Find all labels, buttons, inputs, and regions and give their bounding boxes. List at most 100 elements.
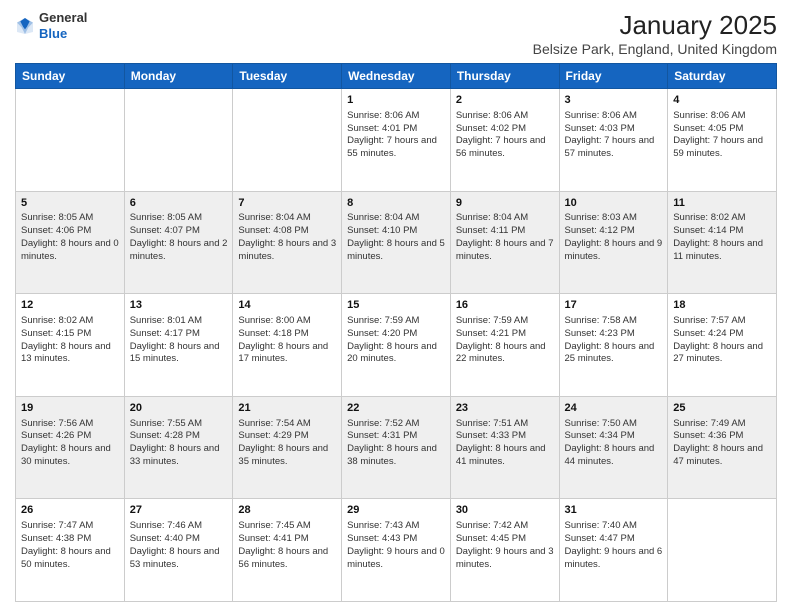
table-row: 9Sunrise: 8:04 AMSunset: 4:11 PMDaylight… [450, 191, 559, 294]
table-row: 17Sunrise: 7:58 AMSunset: 4:23 PMDayligh… [559, 294, 668, 397]
day-number: 21 [238, 401, 336, 416]
calendar-header-row: Sunday Monday Tuesday Wednesday Thursday… [16, 64, 777, 89]
header: General Blue January 2025 Belsize Park, … [15, 10, 777, 57]
day-info: Daylight: 8 hours and 27 minutes. [673, 341, 771, 367]
day-info: Sunrise: 8:05 AM [21, 212, 119, 225]
day-info: Daylight: 8 hours and 30 minutes. [21, 443, 119, 469]
day-info: Sunrise: 7:46 AM [130, 520, 228, 533]
table-row [16, 89, 125, 192]
day-info: Sunset: 4:40 PM [130, 533, 228, 546]
day-info: Sunrise: 7:47 AM [21, 520, 119, 533]
table-row: 13Sunrise: 8:01 AMSunset: 4:17 PMDayligh… [124, 294, 233, 397]
day-info: Sunrise: 7:45 AM [238, 520, 336, 533]
day-info: Daylight: 8 hours and 22 minutes. [456, 341, 554, 367]
day-number: 8 [347, 196, 445, 211]
day-number: 15 [347, 298, 445, 313]
day-number: 25 [673, 401, 771, 416]
day-number: 11 [673, 196, 771, 211]
day-info: Sunset: 4:20 PM [347, 328, 445, 341]
table-row [124, 89, 233, 192]
day-info: Sunrise: 8:04 AM [456, 212, 554, 225]
calendar-subtitle: Belsize Park, England, United Kingdom [533, 41, 777, 57]
table-row: 10Sunrise: 8:03 AMSunset: 4:12 PMDayligh… [559, 191, 668, 294]
day-info: Sunset: 4:31 PM [347, 430, 445, 443]
day-number: 22 [347, 401, 445, 416]
day-info: Daylight: 8 hours and 53 minutes. [130, 546, 228, 572]
day-number: 2 [456, 93, 554, 108]
table-row: 23Sunrise: 7:51 AMSunset: 4:33 PMDayligh… [450, 396, 559, 499]
table-row: 20Sunrise: 7:55 AMSunset: 4:28 PMDayligh… [124, 396, 233, 499]
header-sunday: Sunday [16, 64, 125, 89]
day-info: Sunrise: 8:04 AM [238, 212, 336, 225]
day-info: Sunset: 4:11 PM [456, 225, 554, 238]
day-number: 5 [21, 196, 119, 211]
day-number: 29 [347, 503, 445, 518]
day-info: Sunrise: 7:54 AM [238, 418, 336, 431]
day-number: 30 [456, 503, 554, 518]
table-row: 25Sunrise: 7:49 AMSunset: 4:36 PMDayligh… [668, 396, 777, 499]
table-row: 22Sunrise: 7:52 AMSunset: 4:31 PMDayligh… [342, 396, 451, 499]
day-info: Sunset: 4:24 PM [673, 328, 771, 341]
day-info: Sunset: 4:12 PM [565, 225, 663, 238]
table-row: 26Sunrise: 7:47 AMSunset: 4:38 PMDayligh… [16, 499, 125, 602]
day-number: 7 [238, 196, 336, 211]
table-row: 19Sunrise: 7:56 AMSunset: 4:26 PMDayligh… [16, 396, 125, 499]
day-info: Daylight: 8 hours and 38 minutes. [347, 443, 445, 469]
day-info: Sunset: 4:17 PM [130, 328, 228, 341]
day-info: Sunset: 4:07 PM [130, 225, 228, 238]
table-row: 18Sunrise: 7:57 AMSunset: 4:24 PMDayligh… [668, 294, 777, 397]
day-info: Daylight: 8 hours and 41 minutes. [456, 443, 554, 469]
day-info: Sunrise: 8:00 AM [238, 315, 336, 328]
day-info: Sunrise: 8:04 AM [347, 212, 445, 225]
day-info: Sunrise: 7:42 AM [456, 520, 554, 533]
page: General Blue January 2025 Belsize Park, … [0, 0, 792, 612]
day-info: Sunrise: 7:55 AM [130, 418, 228, 431]
day-number: 3 [565, 93, 663, 108]
day-number: 17 [565, 298, 663, 313]
calendar-week-row: 5Sunrise: 8:05 AMSunset: 4:06 PMDaylight… [16, 191, 777, 294]
day-number: 4 [673, 93, 771, 108]
calendar-week-row: 1Sunrise: 8:06 AMSunset: 4:01 PMDaylight… [16, 89, 777, 192]
day-info: Sunrise: 8:06 AM [456, 110, 554, 123]
day-info: Sunset: 4:47 PM [565, 533, 663, 546]
day-number: 12 [21, 298, 119, 313]
day-info: Daylight: 8 hours and 5 minutes. [347, 238, 445, 264]
day-info: Sunset: 4:10 PM [347, 225, 445, 238]
table-row: 2Sunrise: 8:06 AMSunset: 4:02 PMDaylight… [450, 89, 559, 192]
day-info: Sunset: 4:33 PM [456, 430, 554, 443]
day-info: Daylight: 7 hours and 56 minutes. [456, 135, 554, 161]
day-info: Daylight: 7 hours and 59 minutes. [673, 135, 771, 161]
table-row: 21Sunrise: 7:54 AMSunset: 4:29 PMDayligh… [233, 396, 342, 499]
day-number: 20 [130, 401, 228, 416]
table-row: 30Sunrise: 7:42 AMSunset: 4:45 PMDayligh… [450, 499, 559, 602]
day-info: Sunrise: 8:03 AM [565, 212, 663, 225]
day-info: Daylight: 8 hours and 13 minutes. [21, 341, 119, 367]
table-row: 16Sunrise: 7:59 AMSunset: 4:21 PMDayligh… [450, 294, 559, 397]
logo-general: General [39, 10, 87, 25]
day-info: Sunrise: 7:59 AM [347, 315, 445, 328]
calendar-week-row: 19Sunrise: 7:56 AMSunset: 4:26 PMDayligh… [16, 396, 777, 499]
day-info: Daylight: 9 hours and 3 minutes. [456, 546, 554, 572]
day-info: Sunset: 4:18 PM [238, 328, 336, 341]
day-number: 9 [456, 196, 554, 211]
day-info: Sunrise: 8:02 AM [673, 212, 771, 225]
table-row: 31Sunrise: 7:40 AMSunset: 4:47 PMDayligh… [559, 499, 668, 602]
day-number: 28 [238, 503, 336, 518]
table-row [668, 499, 777, 602]
day-number: 14 [238, 298, 336, 313]
logo-blue: Blue [39, 26, 67, 41]
day-number: 26 [21, 503, 119, 518]
table-row: 7Sunrise: 8:04 AMSunset: 4:08 PMDaylight… [233, 191, 342, 294]
day-info: Sunrise: 7:43 AM [347, 520, 445, 533]
logo-icon [15, 16, 35, 36]
day-info: Sunset: 4:08 PM [238, 225, 336, 238]
day-info: Sunrise: 7:56 AM [21, 418, 119, 431]
table-row: 5Sunrise: 8:05 AMSunset: 4:06 PMDaylight… [16, 191, 125, 294]
table-row: 4Sunrise: 8:06 AMSunset: 4:05 PMDaylight… [668, 89, 777, 192]
day-info: Daylight: 8 hours and 0 minutes. [21, 238, 119, 264]
table-row: 28Sunrise: 7:45 AMSunset: 4:41 PMDayligh… [233, 499, 342, 602]
day-number: 27 [130, 503, 228, 518]
day-info: Sunset: 4:36 PM [673, 430, 771, 443]
day-info: Sunset: 4:41 PM [238, 533, 336, 546]
day-number: 24 [565, 401, 663, 416]
